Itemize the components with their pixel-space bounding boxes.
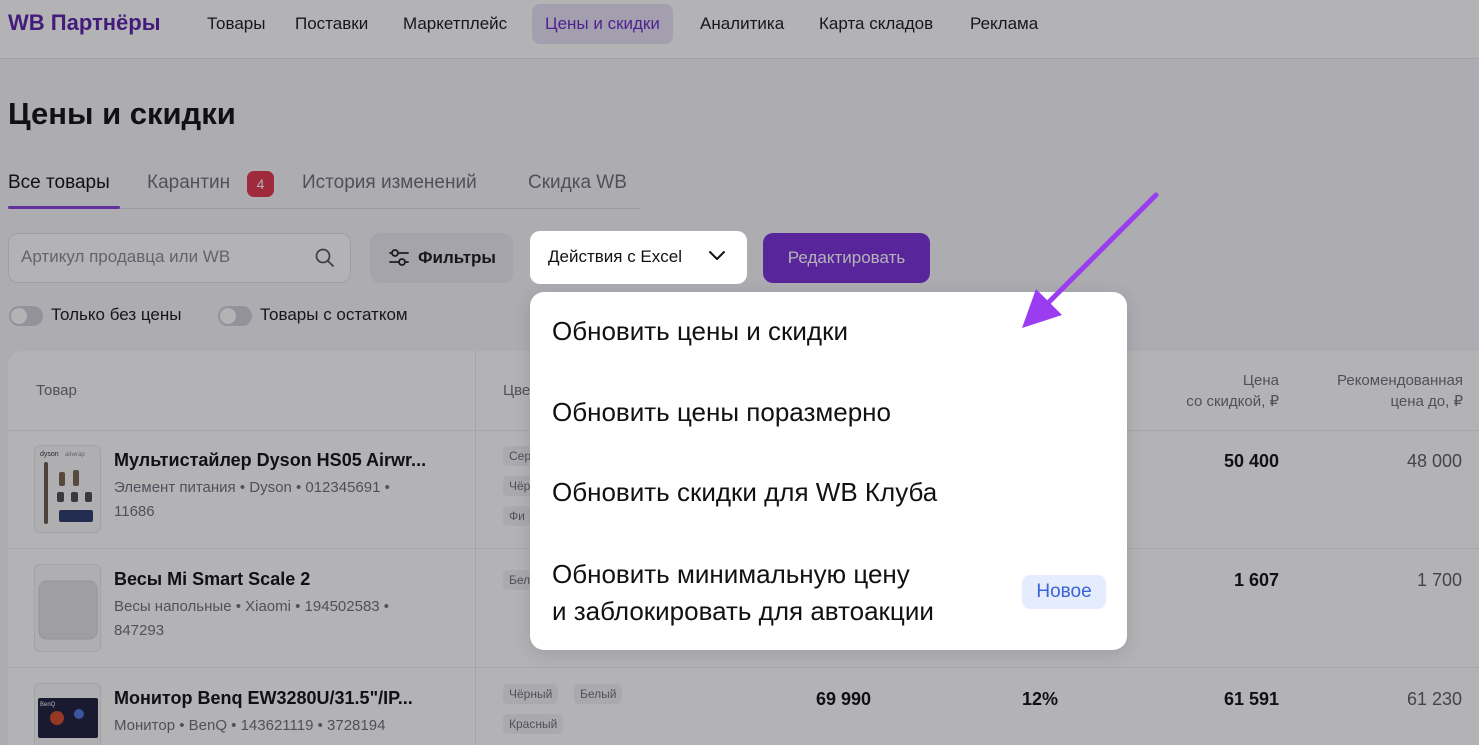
excel-actions-label: Действия с Excel — [548, 247, 682, 266]
menu-item-update-prices-by-size[interactable]: Обновить цены поразмерно — [552, 394, 891, 431]
menu-item-update-min-price-line2: и заблокировать для автоакции — [552, 596, 934, 626]
menu-item-update-wb-club-discounts[interactable]: Обновить скидки для WB Клуба — [552, 474, 937, 511]
menu-item-update-prices-discounts[interactable]: Обновить цены и скидки — [552, 313, 848, 350]
menu-item-update-min-price-line1: Обновить минимальную цену — [552, 559, 910, 589]
chevron-down-icon — [709, 251, 725, 260]
new-badge: Новое — [1022, 575, 1106, 609]
excel-actions-menu: Обновить цены и скидки Обновить цены пор… — [530, 292, 1127, 650]
annotation-arrow-icon — [1022, 192, 1159, 328]
excel-actions-button-open[interactable]: Действия с Excel — [530, 231, 747, 284]
